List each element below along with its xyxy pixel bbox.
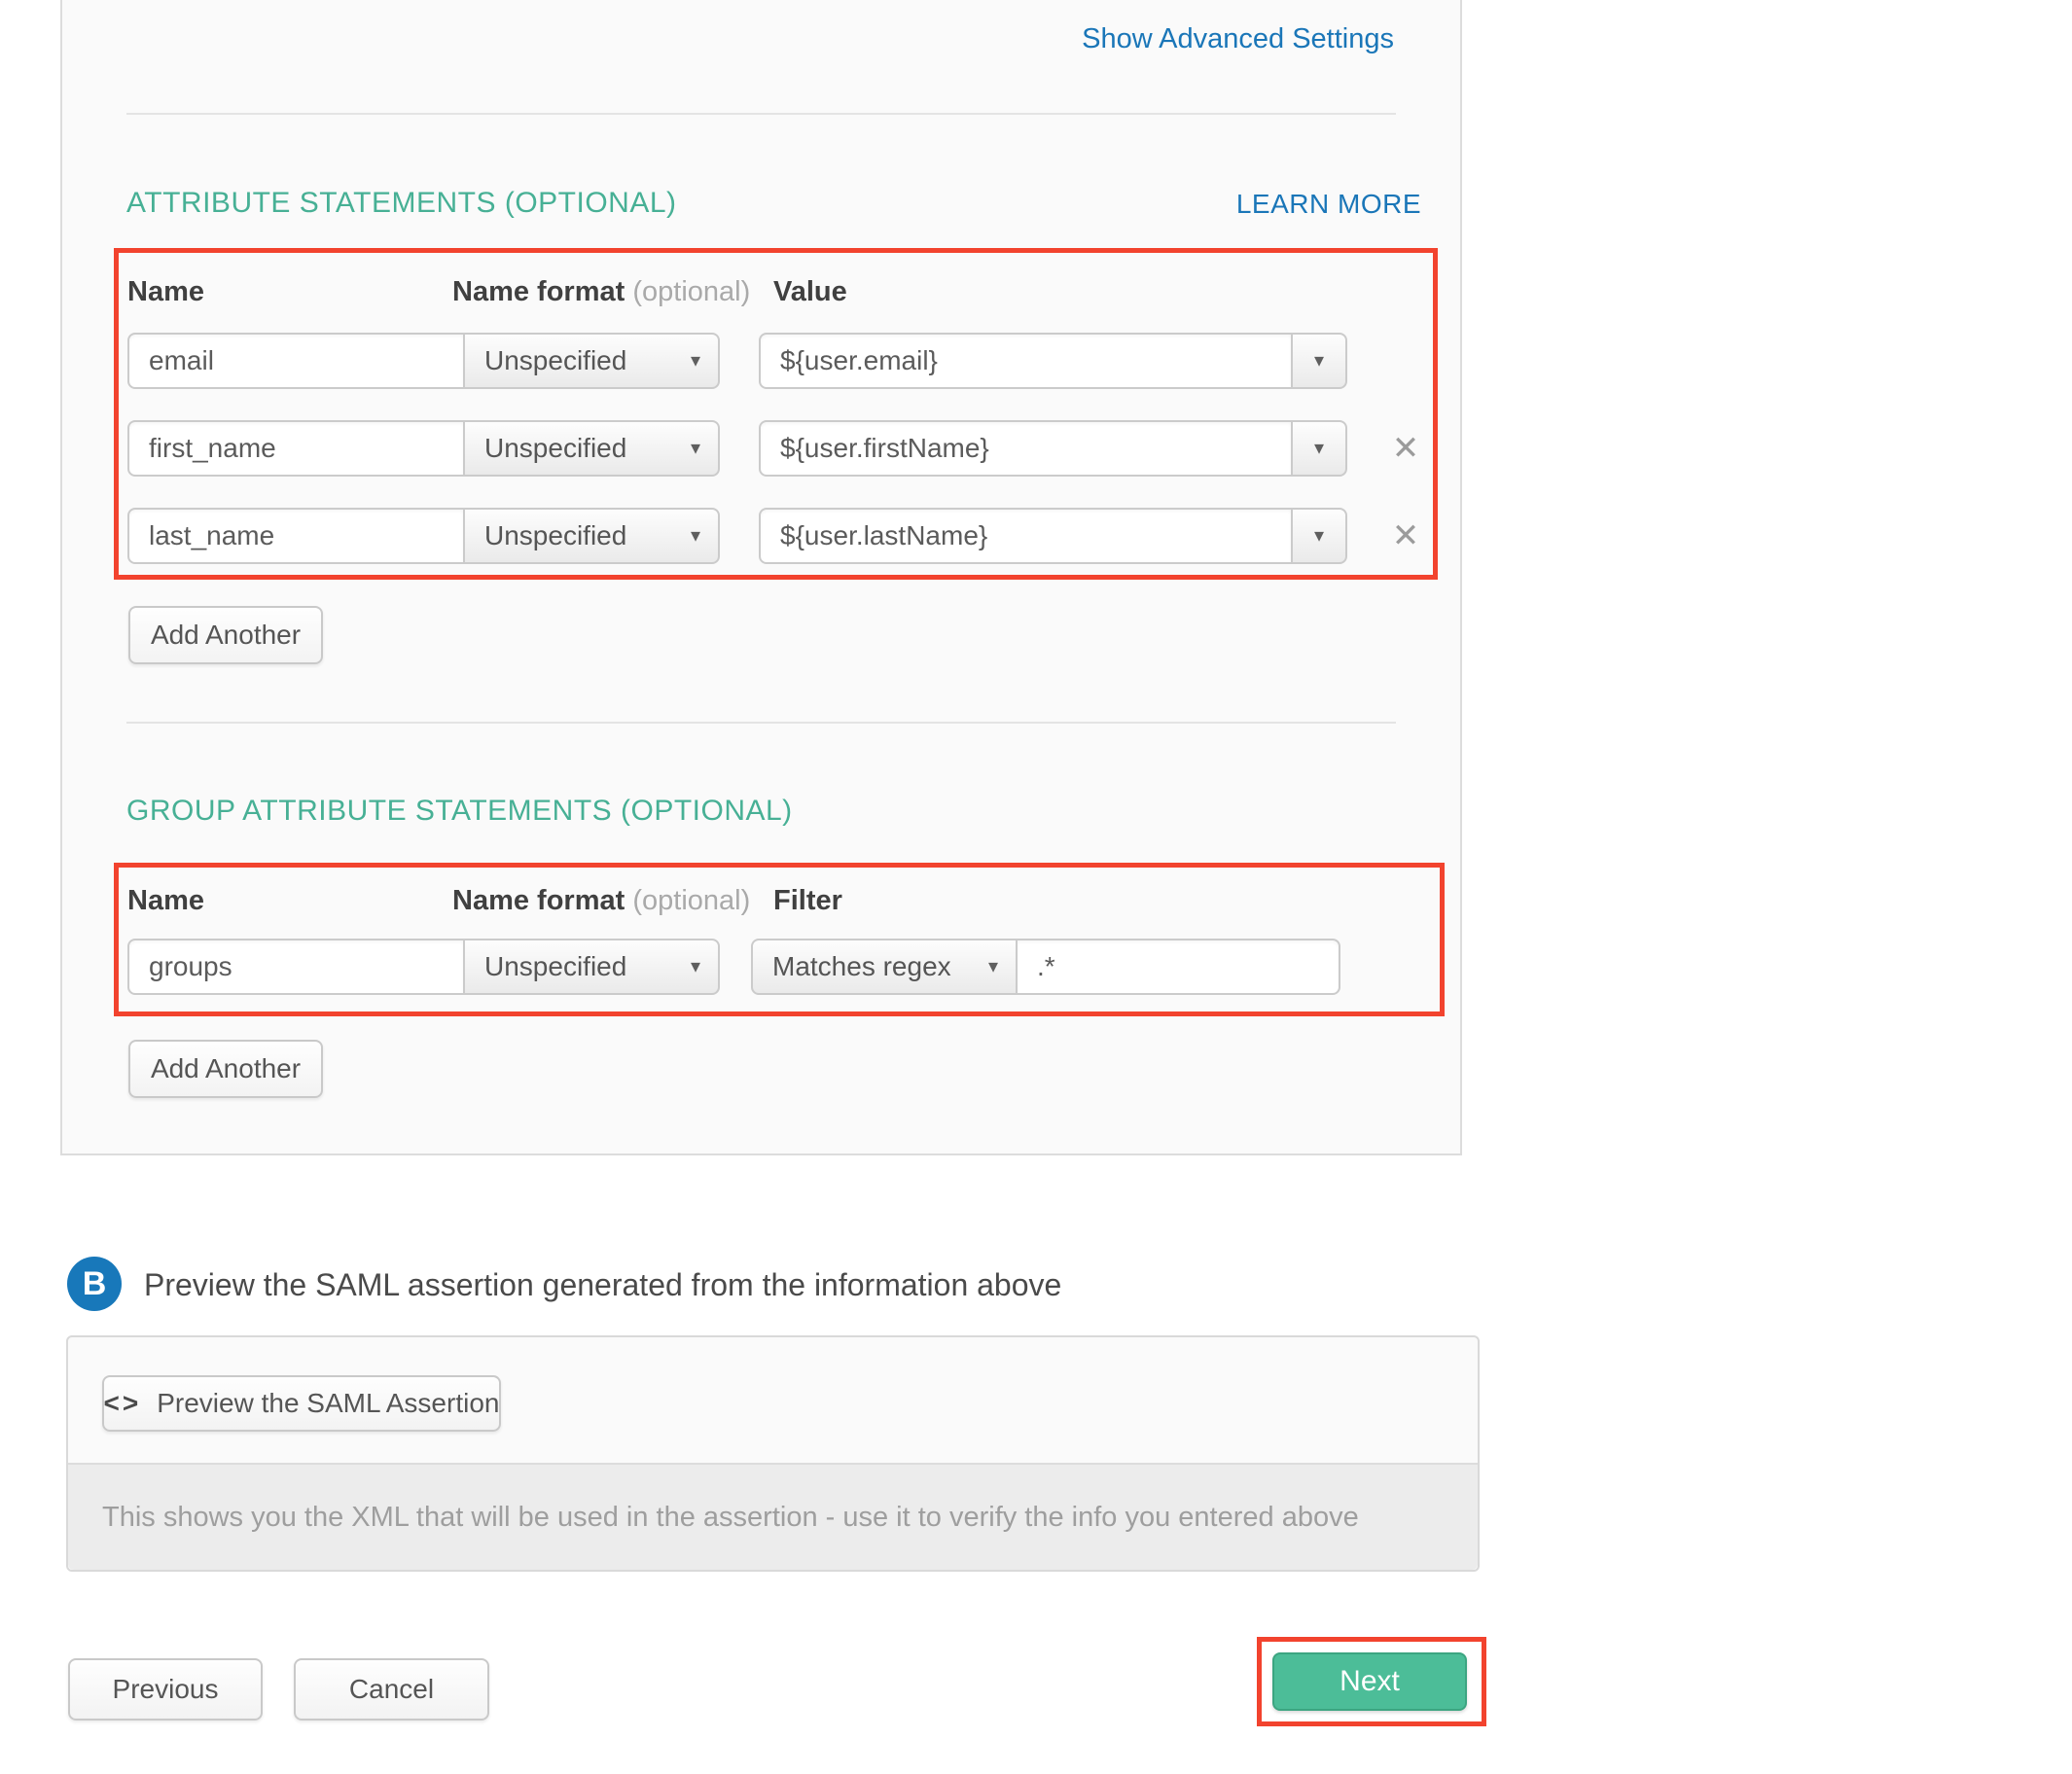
attr-value-dropdown-button-first-name[interactable]: ▾ [1291,420,1347,477]
group-column-header-filter: Filter [773,885,842,917]
group-attribute-statements-title: GROUP ATTRIBUTE STATEMENTS (OPTIONAL) [126,795,793,828]
chevron-down-icon: ▾ [988,957,1016,976]
select-value-label: Unspecified [465,520,691,551]
group-column-header-name-format-label: Name format [452,885,625,916]
attr-value-input-first-name[interactable] [759,420,1293,477]
group-name-format-select[interactable]: Unspecified ▾ [463,939,720,995]
attr-name-format-select-last-name[interactable]: Unspecified ▾ [463,508,720,564]
chevron-down-icon: ▾ [1314,439,1324,458]
okta-saml-settings-page: { "icons": { "chevron_down": "▾", "close… [0,0,2072,1774]
attr-name-format-select-first-name[interactable]: Unspecified ▾ [463,420,720,477]
select-value-label: Unspecified [465,345,691,376]
preview-assertion-card: <> Preview the SAML Assertion This shows… [66,1335,1480,1572]
chevron-down-icon: ▾ [1314,526,1324,546]
previous-button[interactable]: Previous [68,1658,263,1721]
chevron-down-icon: ▾ [691,439,718,458]
chevron-down-icon: ▾ [691,526,718,546]
cancel-button[interactable]: Cancel [294,1658,489,1721]
chevron-down-icon: ▾ [1314,351,1324,371]
section-divider [126,722,1396,724]
step-b-heading: Preview the SAML assertion generated fro… [144,1267,1061,1303]
attr-value-dropdown-button-last-name[interactable]: ▾ [1291,508,1347,564]
add-another-attribute-button[interactable]: Add Another [128,606,323,664]
remove-row-icon[interactable]: ✕ [1384,519,1427,552]
attr-name-format-select-email[interactable]: Unspecified ▾ [463,333,720,389]
chevron-down-icon: ▾ [691,351,718,371]
preview-saml-assertion-label: Preview the SAML Assertion [157,1388,499,1419]
attr-name-input-email[interactable] [127,333,465,389]
section-divider [126,113,1396,115]
select-value-label: Unspecified [465,951,691,982]
show-advanced-settings-link[interactable]: Show Advanced Settings [1082,23,1394,55]
group-name-input[interactable] [127,939,465,995]
attr-name-input-last-name[interactable] [127,508,465,564]
add-another-group-attribute-button[interactable]: Add Another [128,1040,323,1098]
next-button[interactable]: Next [1272,1652,1467,1711]
column-header-value: Value [773,276,847,308]
attribute-statements-title: ATTRIBUTE STATEMENTS (OPTIONAL) [126,187,677,220]
column-header-optional-label: (optional) [632,276,750,307]
preview-note-strip: This shows you the XML that will be used… [68,1463,1478,1570]
attr-value-dropdown-button-email[interactable]: ▾ [1291,333,1347,389]
chevron-down-icon: ▾ [691,957,718,976]
attr-value-input-email[interactable] [759,333,1293,389]
group-column-header-name-format: Name format (optional) [452,885,750,917]
group-column-header-name: Name [127,885,204,917]
attr-value-input-last-name[interactable] [759,508,1293,564]
column-header-name-format: Name format (optional) [452,276,750,308]
group-filter-value-input[interactable] [1016,939,1340,995]
column-header-name-format-label: Name format [452,276,625,307]
group-filter-type-select[interactable]: Matches regex ▾ [751,939,1018,995]
column-header-name: Name [127,276,204,308]
remove-row-icon[interactable]: ✕ [1384,432,1427,465]
select-value-label: Matches regex [753,951,988,982]
attr-name-input-first-name[interactable] [127,420,465,477]
code-icon: <> [104,1388,142,1419]
preview-note-text: This shows you the XML that will be used… [102,1502,1359,1534]
preview-saml-assertion-button[interactable]: <> Preview the SAML Assertion [102,1375,501,1432]
group-column-header-optional-label: (optional) [632,885,750,916]
select-value-label: Unspecified [465,433,691,464]
learn-more-link[interactable]: LEARN MORE [1236,189,1421,220]
step-b-badge: B [67,1257,122,1311]
